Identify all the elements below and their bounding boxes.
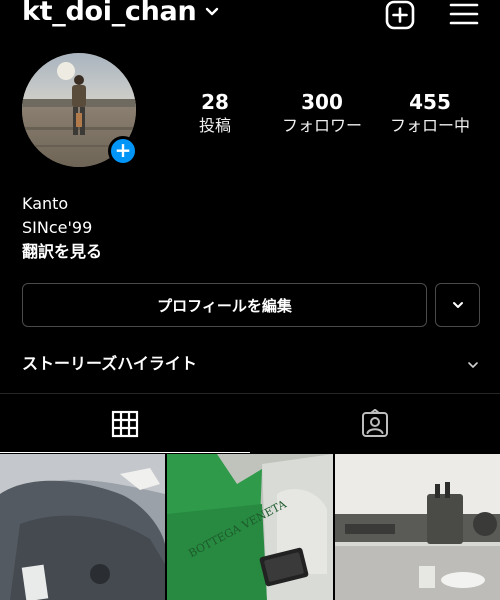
tab-posts-grid[interactable] [0,394,250,454]
top-bar: kt_doi_chan [0,0,500,34]
plus-icon: + [114,138,132,162]
bio-line-2: SINce'99 [22,218,93,237]
following-number: 455 [409,90,451,114]
bio-line-1: Kanto [22,194,69,213]
followers-label: フォロワー [281,116,362,135]
following-count[interactable]: 455 フォロー中 [380,90,480,136]
chevron-down-icon [468,362,478,368]
profile-tabs [0,393,500,453]
post-tile[interactable] [0,454,165,600]
followers-count[interactable]: 300 フォロワー [270,90,374,136]
posts-count[interactable]: 28 投稿 [175,90,255,136]
followers-number: 300 [301,90,343,114]
edit-profile-button[interactable]: プロフィールを編集 [22,283,427,327]
posts-label: 投稿 [198,116,231,135]
active-tab-indicator [0,452,250,453]
grid-icon [111,410,139,438]
tab-tagged[interactable] [250,394,500,454]
account-switcher[interactable]: kt_doi_chan [22,0,220,27]
chevron-down-icon [452,302,463,308]
post-photo-cafe [335,454,500,600]
menu-icon[interactable] [448,0,480,32]
post-tile[interactable]: BOTTEGA VENETA [167,454,333,600]
posts-grid: BOTTEGA VENETA [0,454,500,600]
new-post-icon[interactable] [384,0,416,32]
post-photo-sweater [0,454,165,600]
post-tile[interactable] [335,454,500,600]
see-translation-link[interactable]: 翻訳を見る [22,240,102,264]
bio: Kanto SINce'99 翻訳を見る [22,192,102,264]
story-highlights-header[interactable]: ストーリーズハイライト [22,352,482,378]
username: kt_doi_chan [22,0,197,27]
add-story-button[interactable]: + [108,136,138,166]
tagged-icon [362,409,388,437]
story-highlights-title: ストーリーズハイライト [22,354,197,373]
following-label: フォロー中 [389,116,470,135]
suggestions-toggle-button[interactable] [435,283,480,327]
posts-number: 28 [201,90,229,114]
post-photo-bottega: BOTTEGA VENETA [167,454,333,600]
chevron-down-icon [206,7,219,15]
